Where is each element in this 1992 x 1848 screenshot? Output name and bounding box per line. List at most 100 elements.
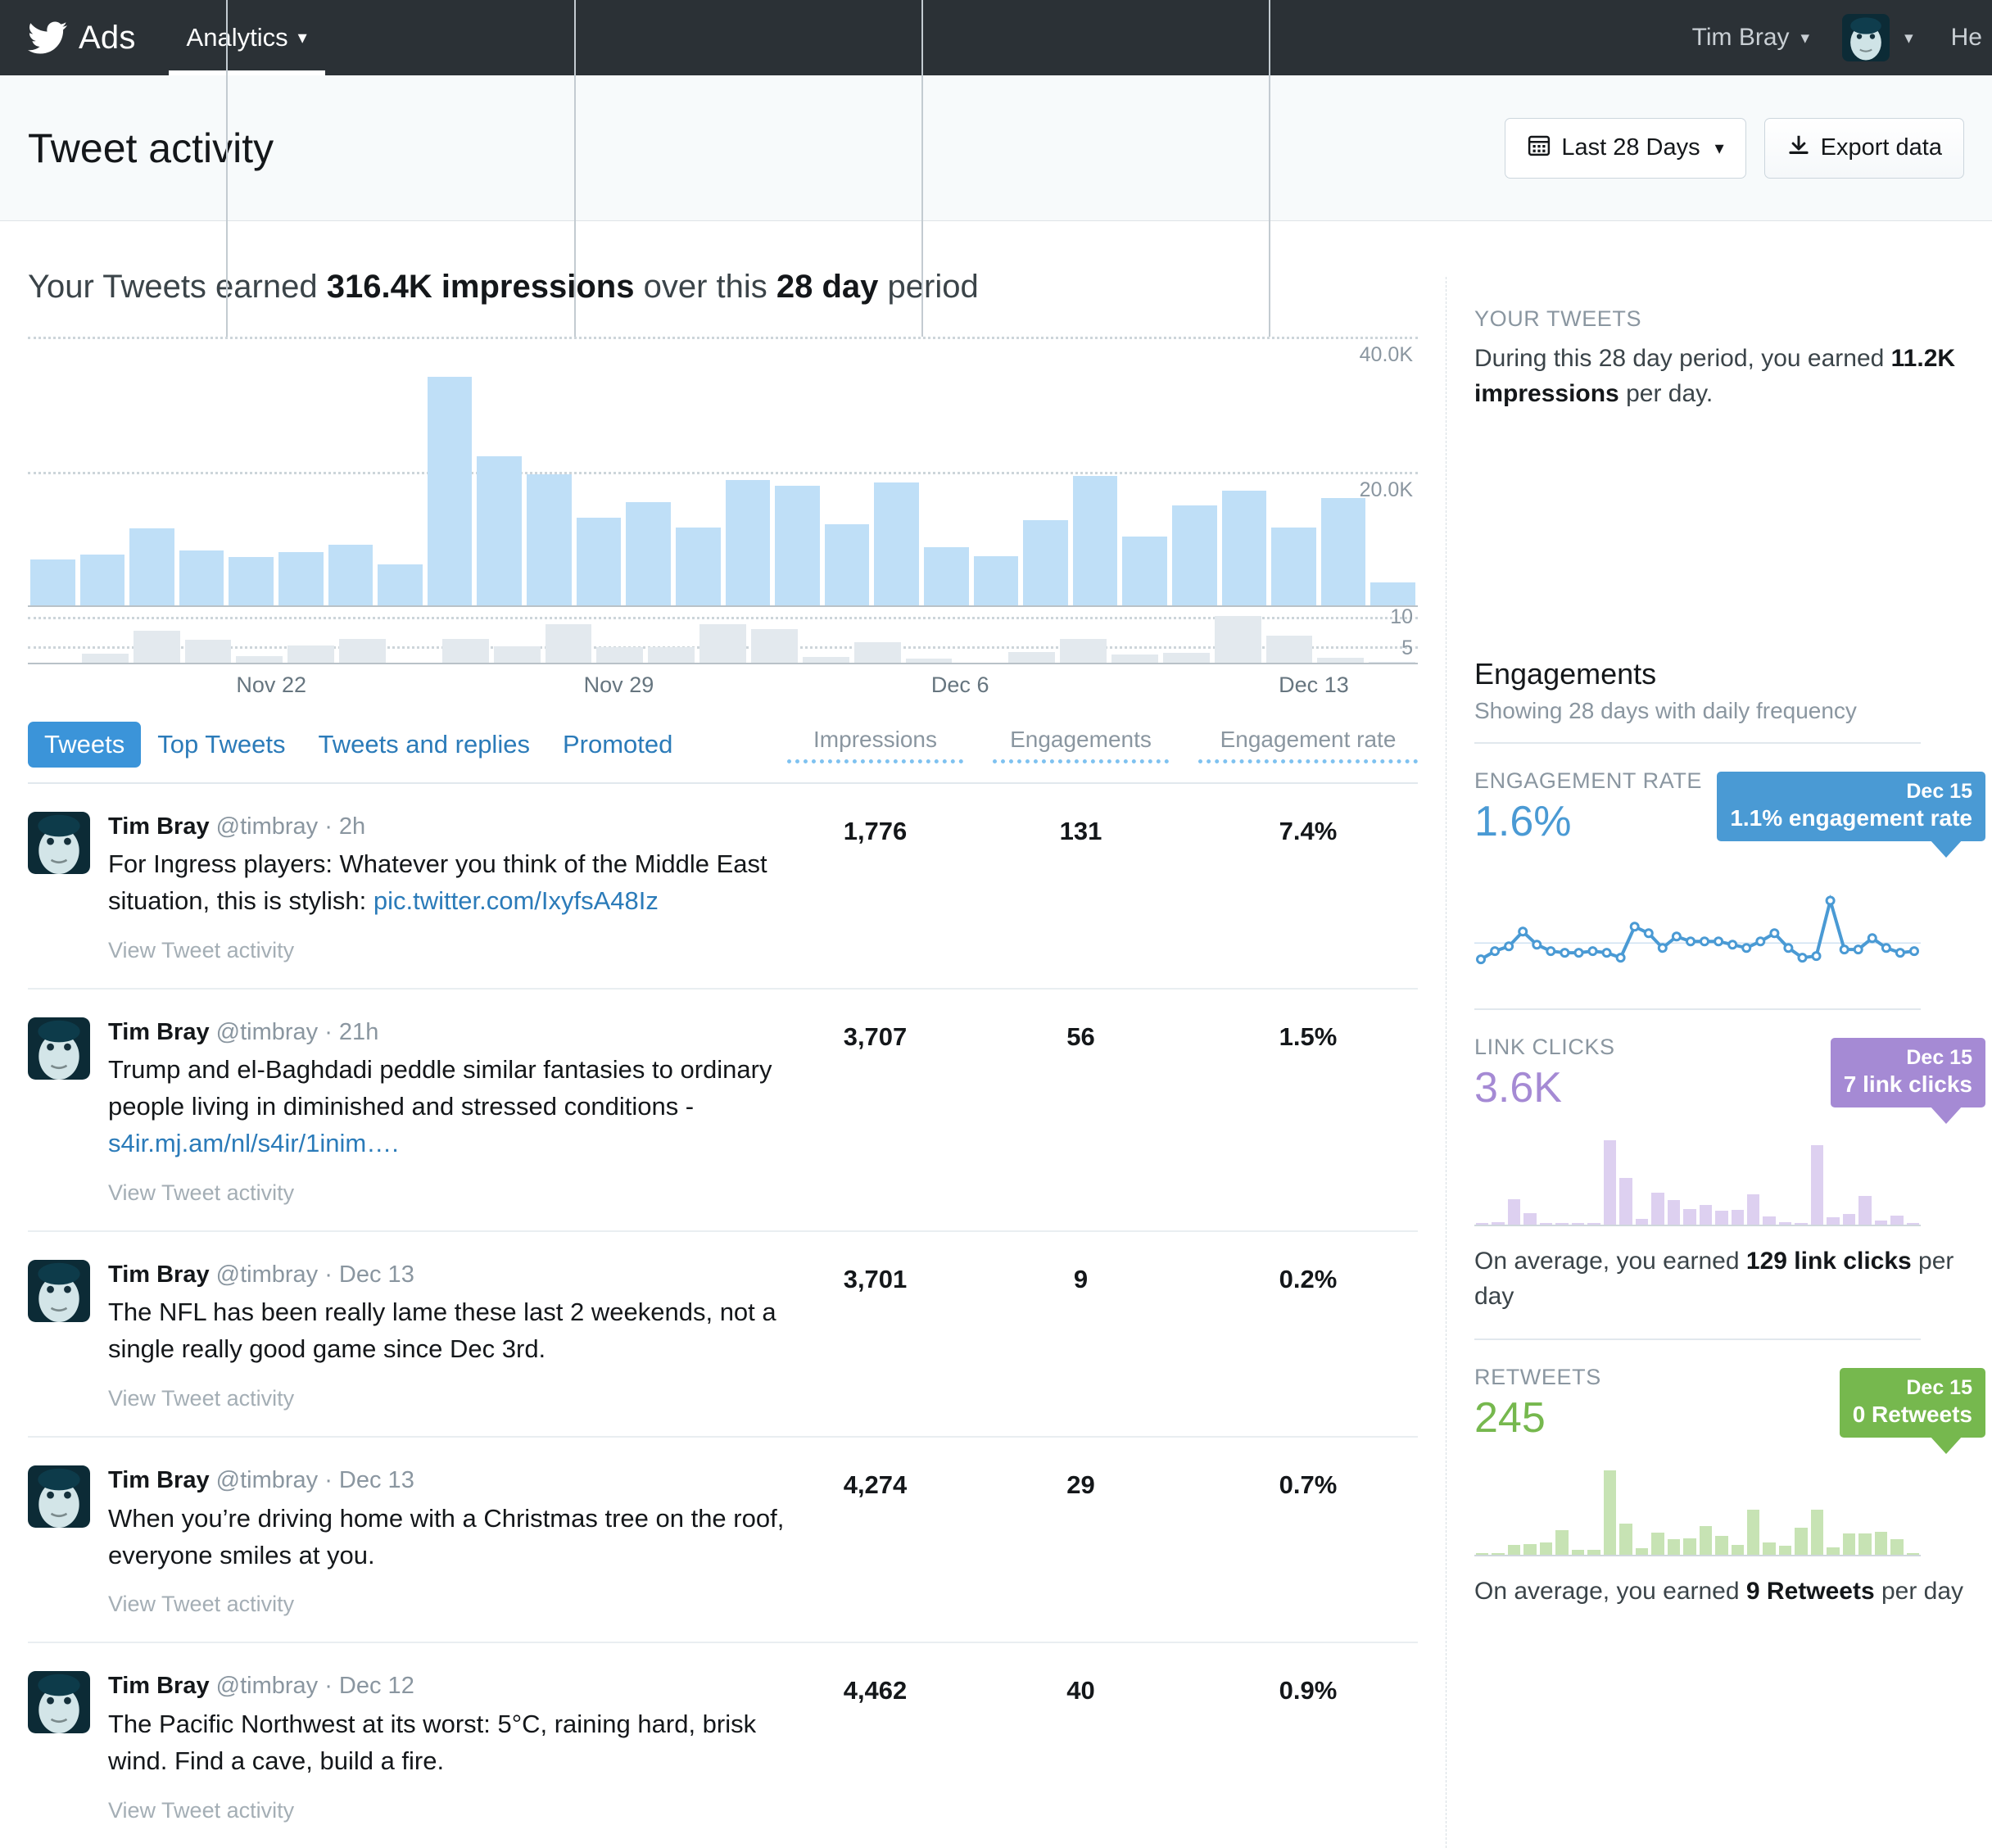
mini-bar[interactable] [1587, 1549, 1600, 1556]
export-data-button[interactable]: Export data [1763, 117, 1964, 179]
mini-bar[interactable] [1746, 1194, 1760, 1225]
mini-bar[interactable] [1476, 1552, 1489, 1556]
engagements-bar[interactable] [545, 624, 592, 664]
view-tweet-activity-link[interactable]: View Tweet activity [108, 1386, 787, 1411]
mini-bar[interactable] [1667, 1200, 1681, 1225]
avatar-menu[interactable]: ▾ [1842, 14, 1913, 61]
mini-bar[interactable] [1858, 1196, 1872, 1225]
mini-bar[interactable] [1683, 1209, 1696, 1225]
mini-bar[interactable] [1651, 1193, 1664, 1225]
impressions-bar[interactable] [775, 485, 820, 607]
impressions-bar[interactable] [477, 456, 523, 607]
impressions-bar[interactable] [1172, 505, 1217, 607]
engagements-bar[interactable] [648, 647, 695, 664]
mini-bar[interactable] [1539, 1222, 1553, 1225]
mini-bar[interactable] [1667, 1539, 1681, 1556]
engagements-bar[interactable] [493, 645, 541, 664]
engagements-bar[interactable] [441, 639, 489, 664]
mini-bar[interactable] [1763, 1542, 1776, 1556]
mini-bar[interactable] [1571, 1223, 1585, 1225]
tab-tweets-and-replies[interactable]: Tweets and replies [301, 722, 546, 768]
impressions-bar[interactable] [1221, 491, 1267, 607]
date-range-button[interactable]: Last 28 Days ▾ [1505, 117, 1746, 179]
impressions-bar[interactable] [1122, 536, 1168, 607]
column-header-engagements[interactable]: Engagements [993, 727, 1169, 763]
engagements-bar[interactable] [184, 639, 232, 664]
impressions-bar[interactable] [427, 376, 473, 607]
view-tweet-activity-link[interactable]: View Tweet activity [108, 1798, 787, 1823]
tweet-row[interactable]: Tim Bray @timbray · 21h Trump and el-Bag… [28, 990, 1418, 1233]
mini-bar[interactable] [1507, 1545, 1521, 1556]
mini-bar[interactable] [1555, 1530, 1569, 1556]
mini-bar[interactable] [1827, 1547, 1840, 1556]
mini-bar[interactable] [1842, 1214, 1856, 1225]
mini-bar[interactable] [1795, 1528, 1808, 1556]
impressions-bar[interactable] [1271, 527, 1316, 607]
tweet-row[interactable]: Tim Bray @timbray · Dec 13 When you’re d… [28, 1438, 1418, 1644]
column-header-impressions[interactable]: Impressions [787, 727, 963, 763]
impressions-bar[interactable] [824, 523, 870, 607]
impressions-bar[interactable] [874, 482, 919, 607]
mini-bar[interactable] [1715, 1210, 1728, 1225]
mini-bar[interactable] [1603, 1470, 1617, 1556]
tweet-link[interactable]: pic.twitter.com/IxyfsA48Iz [374, 886, 659, 915]
impressions-bar[interactable] [30, 559, 75, 607]
mini-bar[interactable] [1523, 1213, 1537, 1225]
mini-bar[interactable] [1731, 1545, 1744, 1556]
mini-bar[interactable] [1858, 1533, 1872, 1556]
impressions-bar[interactable] [1072, 475, 1118, 607]
mini-bar[interactable] [1763, 1216, 1776, 1225]
impressions-bar[interactable] [328, 544, 374, 607]
impressions-bar[interactable] [179, 550, 224, 607]
engagements-bar[interactable] [853, 642, 901, 664]
mini-bar[interactable] [1746, 1510, 1760, 1556]
engagements-bar[interactable] [596, 647, 644, 664]
impressions-bar[interactable] [79, 554, 125, 607]
engagements-bar[interactable] [1060, 639, 1107, 664]
impressions-bar[interactable] [1320, 497, 1366, 607]
mini-bar[interactable] [1827, 1216, 1840, 1225]
mini-bar[interactable] [1539, 1542, 1553, 1556]
mini-bar[interactable] [1715, 1536, 1728, 1556]
mini-bar[interactable] [1890, 1216, 1904, 1225]
mini-bar[interactable] [1651, 1532, 1664, 1556]
engagements-bar[interactable] [133, 630, 180, 664]
engagements-bar[interactable] [287, 645, 335, 664]
mini-bar[interactable] [1619, 1177, 1632, 1225]
mini-bar[interactable] [1635, 1548, 1649, 1556]
mini-bar[interactable] [1492, 1552, 1505, 1556]
engagements-bar[interactable] [1265, 636, 1313, 664]
mini-bar[interactable] [1778, 1222, 1792, 1225]
mini-bar[interactable] [1555, 1223, 1569, 1225]
mini-bar[interactable] [1842, 1533, 1856, 1556]
view-tweet-activity-link[interactable]: View Tweet activity [108, 1592, 787, 1617]
mini-bar[interactable] [1571, 1549, 1585, 1556]
tab-top-tweets[interactable]: Top Tweets [141, 722, 301, 768]
mini-bar[interactable] [1476, 1223, 1489, 1225]
mini-bar[interactable] [1619, 1523, 1632, 1556]
impressions-bar[interactable] [973, 555, 1019, 607]
mini-bar[interactable] [1874, 1531, 1888, 1556]
impressions-bar[interactable] [229, 556, 274, 607]
mini-bar[interactable] [1683, 1538, 1696, 1556]
account-menu[interactable]: Tim Bray ▾ [1692, 24, 1809, 52]
impressions-bar[interactable] [725, 479, 771, 607]
impressions-bar[interactable] [576, 518, 622, 607]
mini-bar[interactable] [1795, 1222, 1808, 1225]
mini-bar[interactable] [1906, 1223, 1920, 1225]
mini-bar[interactable] [1699, 1204, 1713, 1225]
impressions-bar[interactable] [626, 501, 671, 607]
tab-tweets[interactable]: Tweets [28, 722, 142, 768]
tab-promoted[interactable]: Promoted [546, 722, 689, 768]
nav-tab-analytics[interactable]: Analytics ▾ [168, 0, 325, 75]
view-tweet-activity-link[interactable]: View Tweet activity [108, 938, 787, 963]
help-menu[interactable]: He [1951, 24, 1982, 52]
mini-bar[interactable] [1603, 1140, 1617, 1225]
column-header-engagement-rate[interactable]: Engagement rate [1198, 727, 1418, 763]
mini-bar[interactable] [1890, 1539, 1904, 1556]
engagements-bar[interactable] [1214, 615, 1261, 664]
impressions-bar[interactable] [923, 547, 969, 607]
mini-bar[interactable] [1778, 1546, 1792, 1556]
mini-bar[interactable] [1874, 1221, 1888, 1225]
mini-bar[interactable] [1810, 1510, 1824, 1556]
